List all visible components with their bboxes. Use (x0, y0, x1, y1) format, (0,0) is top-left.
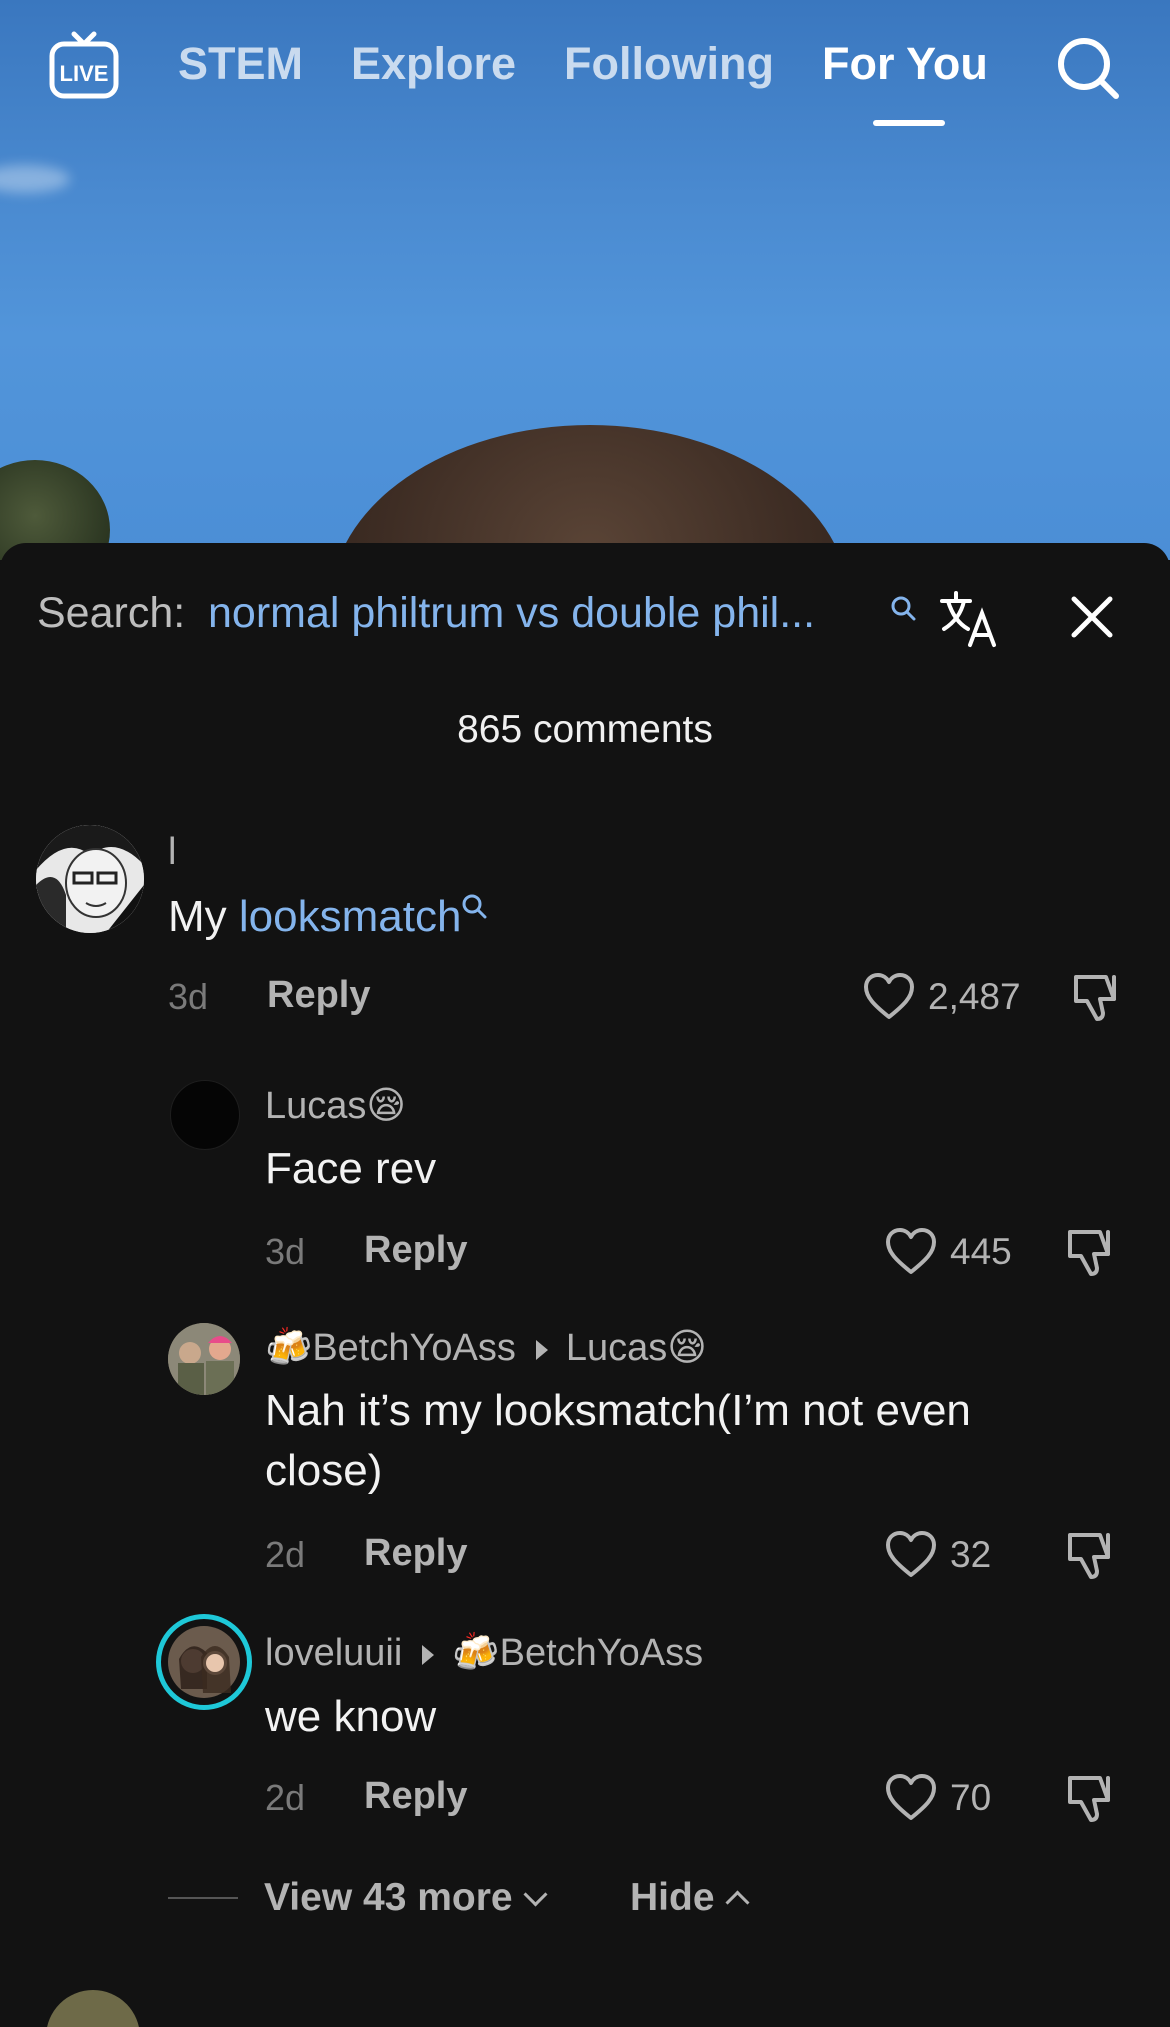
comment-sheet: Search: normal philtrum vs double phil..… (0, 543, 1170, 2027)
reply-arrow-icon (422, 1644, 435, 1665)
avatar[interactable] (168, 1323, 240, 1395)
avatar-story-ring[interactable] (156, 1614, 252, 1710)
dislike-icon[interactable] (1064, 1527, 1118, 1581)
comment-text: we know (265, 1692, 437, 1741)
translate-icon[interactable] (938, 587, 1002, 651)
comment-username[interactable]: Lucas😪 (265, 1083, 406, 1128)
comment-text-prefix: My (168, 892, 239, 941)
person-head (330, 425, 850, 560)
couple-photo-avatar (168, 1626, 240, 1698)
comment-time: 3d (168, 976, 209, 1017)
dislike-icon[interactable] (1064, 1224, 1118, 1278)
search-icon[interactable] (1052, 32, 1124, 104)
comment-time: 2d (265, 1777, 306, 1818)
cloud (0, 165, 70, 193)
sleepy-emoji: 😪 (667, 1327, 707, 1369)
comment-count: 865 comments (457, 708, 713, 751)
like-count: 445 (950, 1231, 1012, 1272)
heart-icon[interactable] (884, 1529, 938, 1579)
tab-for-you[interactable]: For You (822, 38, 988, 90)
comment-username[interactable]: loveluuii 🍻BetchYoAss (265, 1631, 703, 1675)
reply-button[interactable]: Reply (364, 1229, 467, 1272)
reply-button[interactable]: Reply (364, 1775, 467, 1818)
active-tab-indicator (873, 120, 945, 126)
group-photo-avatar (168, 1323, 240, 1395)
reply-arrow-icon (535, 1339, 548, 1360)
live-tv-icon[interactable]: LIVE (48, 30, 120, 102)
comment-text: Nah it’s my looksmatch(I’m not even clos… (265, 1386, 971, 1495)
search-suggestion-link[interactable]: normal philtrum vs double phil... (208, 589, 815, 638)
reply-button[interactable]: Reply (364, 1532, 467, 1575)
hide-label: Hide (630, 1876, 715, 1919)
heart-icon[interactable] (884, 1772, 938, 1822)
comment-username[interactable]: l (168, 831, 176, 874)
thread-divider-line (168, 1897, 238, 1899)
comment-username[interactable]: 🍻BetchYoAss Lucas😪 (265, 1325, 707, 1370)
comment-text: Face rev (265, 1144, 437, 1193)
comment-time: 2d (265, 1534, 306, 1575)
dislike-icon[interactable] (1070, 969, 1124, 1023)
avatar[interactable] (170, 1080, 240, 1150)
reply-to-username[interactable]: BetchYoAss (500, 1632, 704, 1674)
username-text: Lucas (265, 1085, 367, 1127)
chevron-down-icon (523, 1882, 548, 1907)
chevron-up-icon (724, 1890, 750, 1915)
beer-emoji: 🍻 (265, 1327, 313, 1369)
avatar[interactable] (46, 1990, 140, 2027)
manga-avatar-image (36, 825, 144, 933)
reply-button[interactable]: Reply (267, 974, 370, 1017)
sheet-header: Search: normal philtrum vs double phil..… (0, 543, 1170, 751)
view-more-replies-button[interactable]: View 43 more (264, 1876, 548, 1920)
search-small-icon (891, 596, 916, 621)
heart-icon[interactable] (884, 1226, 938, 1276)
avatar[interactable] (36, 825, 144, 933)
comment-search-link[interactable]: looksmatch (239, 892, 462, 941)
username-text: BetchYoAss (312, 1327, 516, 1369)
like-count: 70 (950, 1777, 992, 1818)
search-prefix: Search: (37, 589, 186, 637)
search-small-icon (462, 894, 487, 919)
like-count: 32 (950, 1534, 992, 1575)
comment-time: 3d (265, 1231, 306, 1272)
username-text: loveluuii (265, 1632, 403, 1674)
hide-replies-button[interactable]: Hide (630, 1876, 750, 1920)
beer-emoji: 🍻 (452, 1632, 500, 1674)
close-icon[interactable] (1066, 591, 1118, 643)
comment-text: My looksmatch (168, 887, 487, 947)
tab-stem[interactable]: STEM (178, 38, 303, 90)
heart-icon[interactable] (862, 971, 916, 1021)
top-nav: LIVE STEM Explore Following For You (0, 0, 1170, 140)
like-count: 2,487 (928, 976, 1021, 1017)
tab-explore[interactable]: Explore (351, 38, 516, 90)
reply-to-username[interactable]: Lucas (566, 1327, 667, 1369)
tab-following[interactable]: Following (564, 38, 774, 90)
dislike-icon[interactable] (1064, 1770, 1118, 1824)
svg-text:LIVE: LIVE (60, 61, 109, 86)
view-more-label: View 43 more (264, 1876, 513, 1919)
sleepy-emoji: 😪 (366, 1085, 407, 1127)
